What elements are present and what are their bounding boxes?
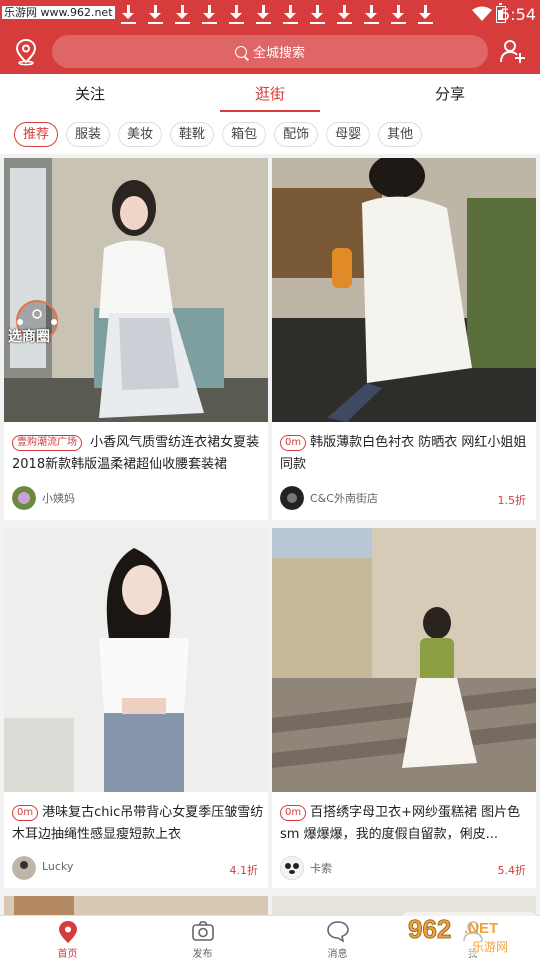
seller-name: C&C外南街店 — [310, 492, 378, 505]
category-chip-beauty[interactable]: 美妆 — [118, 121, 163, 147]
camera-icon — [191, 921, 214, 941]
product-image — [4, 528, 268, 792]
search-input[interactable]: 全城搜索 — [52, 35, 488, 68]
discount-label: 1.5折 — [497, 494, 527, 507]
distance-tag: 0m — [12, 805, 39, 821]
category-chip-recommend[interactable]: 推荐 — [14, 121, 59, 147]
add-friend-icon[interactable] — [500, 38, 526, 64]
circle-select-badge-label: 选商圈 — [8, 329, 50, 345]
nav-home-label: 首页 — [57, 949, 78, 960]
seller-avatar[interactable] — [12, 856, 36, 880]
nav-publish-label: 发布 — [192, 949, 213, 960]
download-icon — [228, 3, 245, 25]
tab-bar: 关注 逛街 分享 — [0, 74, 540, 114]
download-icon — [309, 3, 326, 25]
product-card[interactable]: 0m 韩版薄款白色衬衣 防晒衣 网红小姐姐同款 C&C外南街店 1.5折 — [272, 158, 536, 520]
download-icon — [390, 3, 407, 25]
svg-text:乐游网: 乐游网 — [472, 940, 508, 954]
nav-publish[interactable]: 发布 — [135, 916, 270, 960]
chat-bubble-icon — [326, 921, 349, 942]
site-watermark-logo: 962 .NET 乐游网 — [402, 912, 536, 956]
product-image — [272, 158, 536, 422]
seller-name: 小姨妈 — [42, 492, 75, 505]
seller-avatar[interactable] — [280, 856, 304, 880]
search-icon — [234, 45, 247, 58]
product-card[interactable] — [4, 896, 268, 915]
product-title: 0m 百搭绣字母卫衣+网纱蛋糕裙 图片色sm 爆爆爆，我的度假自留款，俐皮... — [280, 805, 521, 842]
download-icon — [363, 3, 380, 25]
discount-label: 5.4折 — [497, 864, 527, 877]
seller-avatar[interactable] — [280, 486, 304, 510]
download-icon — [120, 3, 137, 25]
tab-follow[interactable]: 关注 — [0, 74, 180, 114]
category-chip-other[interactable]: 其他 — [378, 121, 423, 147]
category-filter-bar: 推荐 服装 美妆 鞋靴 箱包 配饰 母婴 其他 — [0, 114, 540, 154]
download-icon — [336, 3, 353, 25]
seller-avatar[interactable] — [12, 486, 36, 510]
location-pin-icon[interactable] — [14, 38, 38, 66]
category-chip-bags[interactable]: 箱包 — [222, 121, 267, 147]
product-title: 0m 港味复古chic吊带背心女夏季压皱雪纺木耳边抽绳性感显瘦短款上衣 — [12, 805, 264, 842]
top-header: 全城搜索 — [0, 30, 540, 74]
product-title: 壹购潮流广场 小香风气质雪纺连衣裙女夏装2018新款韩版温柔裙超仙收腰套装裙 — [12, 435, 260, 472]
category-chip-accessories[interactable]: 配饰 — [274, 121, 319, 147]
nav-messages-label: 消息 — [327, 949, 348, 960]
wifi-icon — [472, 6, 492, 21]
product-card[interactable]: 0m 百搭绣字母卫衣+网纱蛋糕裙 图片色sm 爆爆爆，我的度假自留款，俐皮... … — [272, 528, 536, 888]
category-chip-baby[interactable]: 母婴 — [326, 121, 371, 147]
status-bar: 乐游网 www.962.net 5:54 — [0, 0, 540, 30]
seller-name: 卡索 — [310, 862, 332, 875]
svg-text:962: 962 — [408, 914, 451, 944]
svg-text:.NET: .NET — [464, 920, 498, 937]
distance-tag: 0m — [280, 435, 307, 451]
home-pin-icon — [58, 921, 77, 943]
product-title: 0m 韩版薄款白色衬衣 防晒衣 网红小姐姐同款 — [280, 435, 527, 472]
seller-name: Lucky — [42, 860, 74, 873]
download-icon — [417, 3, 434, 25]
watermark-text: 乐游网 www.962.net — [2, 6, 115, 19]
download-icon — [282, 3, 299, 25]
product-image — [4, 896, 268, 915]
discount-label: 4.1折 — [229, 864, 259, 877]
download-icon — [201, 3, 218, 25]
nav-home[interactable]: 首页 — [0, 916, 135, 960]
download-icon — [147, 3, 164, 25]
product-image — [4, 158, 268, 422]
category-chip-clothing[interactable]: 服装 — [66, 121, 111, 147]
product-feed: 选商圈 壹购潮流广场 小香风气质雪纺连衣裙女夏装2018新款韩版温柔裙超仙收腰套… — [0, 154, 540, 915]
distance-tag: 壹购潮流广场 — [12, 435, 82, 451]
product-image — [272, 528, 536, 792]
product-card[interactable]: 选商圈 壹购潮流广场 小香风气质雪纺连衣裙女夏装2018新款韩版温柔裙超仙收腰套… — [4, 158, 268, 520]
download-icon — [174, 3, 191, 25]
tab-share[interactable]: 分享 — [360, 74, 540, 114]
distance-tag: 0m — [280, 805, 307, 821]
product-card[interactable]: 0m 港味复古chic吊带背心女夏季压皱雪纺木耳边抽绳性感显瘦短款上衣 Lucky… — [4, 528, 268, 888]
search-placeholder: 全城搜索 — [252, 46, 305, 61]
category-chip-shoes[interactable]: 鞋靴 — [170, 121, 215, 147]
download-icon — [255, 3, 272, 25]
clock: 5:54 — [500, 5, 536, 24]
nav-messages[interactable]: 消息 — [270, 916, 405, 960]
download-notifications — [120, 3, 434, 25]
tab-shopping[interactable]: 逛街 — [180, 74, 360, 114]
